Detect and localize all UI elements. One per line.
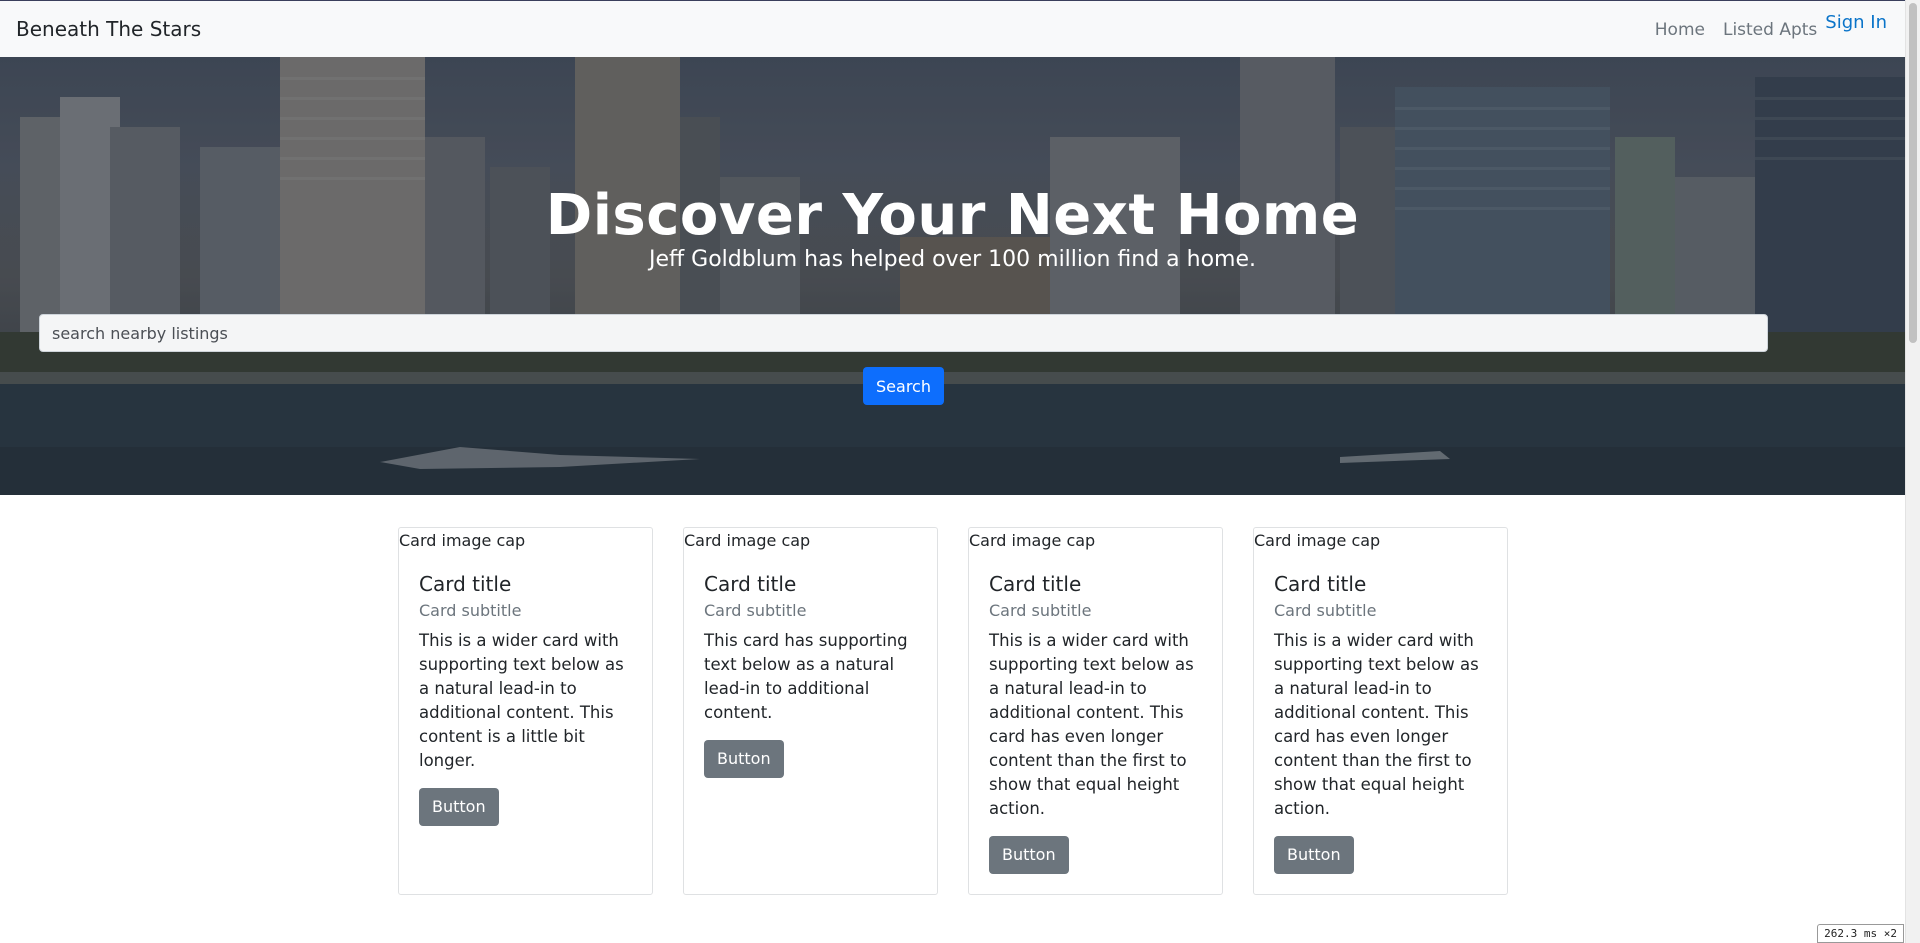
vertical-scrollbar[interactable]: [1905, 0, 1920, 943]
card-button[interactable]: Button: [704, 740, 784, 778]
card-subtitle: Card subtitle: [1274, 601, 1377, 620]
nav-link-home[interactable]: Home: [1655, 20, 1705, 40]
search-button[interactable]: Search: [863, 367, 944, 405]
card-image-cap: Card image cap: [969, 531, 1096, 550]
nav-links: Home Listed Apts Sign In: [1637, 1, 1887, 58]
card-subtitle: Card subtitle: [989, 601, 1092, 620]
card-body: Card title Card subtitle This card has s…: [704, 571, 923, 778]
card-title: Card title: [419, 572, 512, 596]
brand-logo-text[interactable]: Beneath The Stars: [16, 17, 201, 41]
card-image-cap: Card image cap: [684, 531, 811, 550]
card-body: Card title Card subtitle This is a wider…: [1274, 571, 1493, 874]
card-text: This is a wider card with supporting tex…: [1274, 631, 1479, 818]
card-title: Card title: [989, 572, 1082, 596]
card-title: Card title: [1274, 572, 1367, 596]
listing-card: Card image cap Card title Card subtitle …: [968, 527, 1223, 895]
listing-card: Card image cap Card title Card subtitle …: [398, 527, 653, 895]
perf-overlay: 262.3 ms ×2: [1817, 924, 1904, 943]
listing-card: Card image cap Card title Card subtitle …: [1253, 527, 1508, 895]
card-image-cap: Card image cap: [1254, 531, 1381, 550]
hero-overlay: [0, 57, 1905, 495]
card-title: Card title: [704, 572, 797, 596]
hero-subtitle: Jeff Goldblum has helped over 100 millio…: [648, 247, 1257, 272]
sign-in-link[interactable]: Sign In: [1825, 12, 1887, 33]
card-text: This is a wider card with supporting tex…: [419, 631, 624, 770]
card-button[interactable]: Button: [989, 836, 1069, 874]
card-subtitle: Card subtitle: [419, 601, 522, 620]
navbar: Beneath The Stars Home Listed Apts Sign …: [0, 0, 1905, 57]
card-body: Card title Card subtitle This is a wider…: [419, 571, 638, 826]
card-button[interactable]: Button: [1274, 836, 1354, 874]
hero-title: Discover Your Next Home: [545, 183, 1360, 248]
listing-card: Card image cap Card title Card subtitle …: [683, 527, 938, 895]
card-text: This is a wider card with supporting tex…: [989, 631, 1194, 818]
scrollbar-thumb[interactable]: [1909, 3, 1917, 343]
card-image-cap: Card image cap: [399, 531, 526, 550]
nav-link-listed-apts[interactable]: Listed Apts: [1723, 20, 1817, 40]
card-text: This card has supporting text below as a…: [704, 631, 908, 722]
hero-banner: Discover Your Next Home Jeff Goldblum ha…: [0, 57, 1905, 495]
search-input[interactable]: [39, 314, 1768, 352]
card-button[interactable]: Button: [419, 788, 499, 826]
card-body: Card title Card subtitle This is a wider…: [989, 571, 1208, 874]
card-subtitle: Card subtitle: [704, 601, 807, 620]
